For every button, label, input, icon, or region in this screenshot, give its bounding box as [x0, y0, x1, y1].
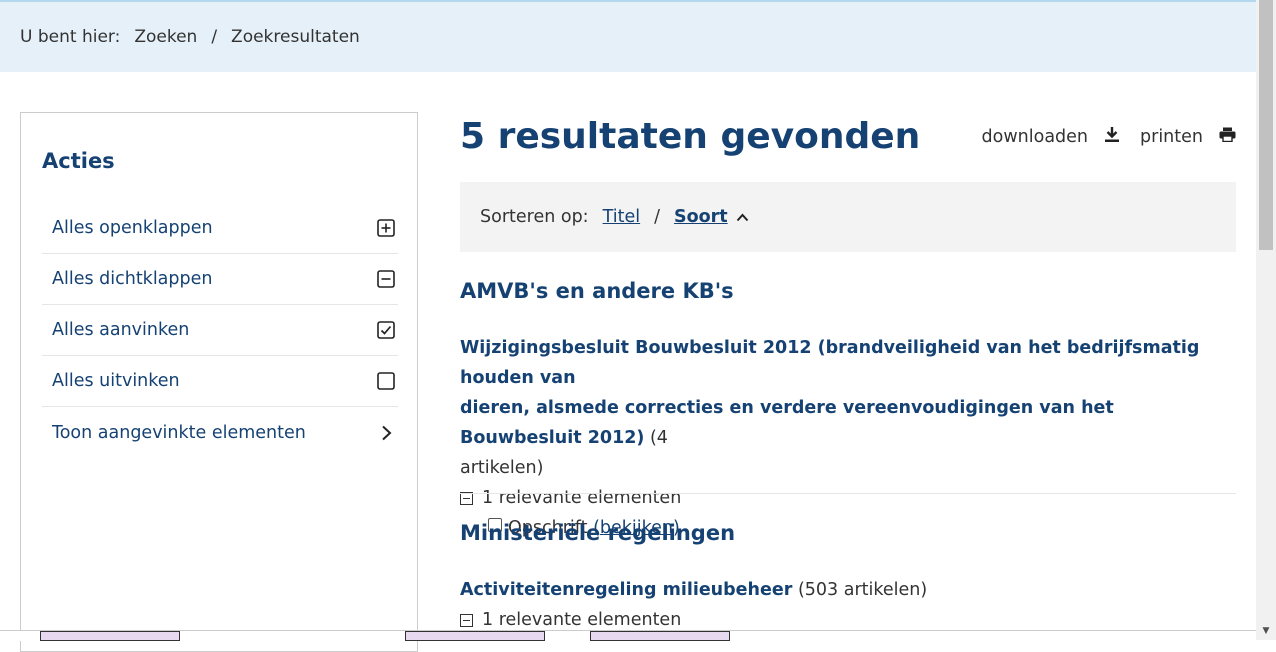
action-collapse-all[interactable]: Alles dichtklappen: [42, 254, 398, 305]
section-heading-amvb: AMVB's en andere KB's: [460, 279, 734, 303]
print-button[interactable]: printen: [1140, 127, 1236, 147]
breadcrumb-current: Zoekresultaten: [231, 27, 360, 47]
sidebar-title: Acties: [42, 149, 115, 173]
breadcrumb-lead: U bent hier:: [20, 27, 121, 47]
result-count: (4: [644, 428, 668, 448]
checked-square-icon: [376, 320, 396, 340]
action-label: Alles dichtklappen: [52, 269, 213, 289]
sort-bar: Sorteren op: Titel / Soort: [460, 182, 1236, 252]
action-check-all[interactable]: Alles aanvinken: [42, 305, 398, 356]
vertical-scrollbar[interactable]: ▼: [1256, 0, 1276, 640]
result-item: Wijzigingsbesluit Bouwbesluit 2012 (bran…: [460, 333, 1236, 543]
sort-by-type[interactable]: Soort: [674, 207, 728, 227]
action-label: Toon aangevinkte elementen: [52, 422, 306, 443]
plus-square-icon: [376, 218, 396, 238]
download-label: downloaden: [981, 127, 1089, 147]
scroll-down-arrow-icon[interactable]: ▼: [1256, 622, 1276, 640]
results-heading: 5 resultaten gevonden: [460, 116, 921, 157]
chevron-up-icon[interactable]: [736, 213, 749, 222]
actions-sidebar: Acties Alles openklappen Alles dichtklap…: [20, 112, 418, 652]
scrollbar-thumb[interactable]: [1259, 0, 1273, 250]
download-icon: [1104, 126, 1120, 148]
empty-square-icon: [376, 371, 396, 391]
result-title-line[interactable]: dieren, alsmede correcties en verdere ve…: [460, 398, 1114, 448]
collapse-icon[interactable]: [460, 613, 473, 627]
result-count: (503 artikelen): [792, 580, 928, 600]
result-count: artikelen): [460, 458, 544, 478]
sort-label: Sorteren op:: [480, 207, 589, 227]
sort-by-title[interactable]: Titel: [603, 207, 641, 227]
download-button[interactable]: downloaden: [982, 126, 1120, 148]
print-label: printen: [1140, 127, 1203, 147]
action-uncheck-all[interactable]: Alles uitvinken: [42, 356, 398, 407]
minus-square-icon: [376, 269, 396, 289]
result-title[interactable]: Activiteitenregeling milieubeheer: [460, 580, 792, 600]
sort-separator: /: [654, 207, 661, 227]
result-tools: downloaden printen: [982, 126, 1236, 148]
action-label: Alles openklappen: [52, 218, 213, 238]
action-expand-all[interactable]: Alles openklappen: [42, 203, 398, 254]
actions-list: Alles openklappen Alles dichtklappen All…: [42, 203, 398, 458]
relevant-elements-toggle[interactable]: 1 relevante elementen: [460, 483, 1236, 513]
result-title-line[interactable]: Wijzigingsbesluit Bouwbesluit 2012 (bran…: [460, 338, 1199, 388]
divider: [460, 493, 1236, 494]
result-item: Activiteitenregeling milieubeheer (503 a…: [460, 575, 1236, 635]
section-heading-ministeriele: Ministeriële regelingen: [460, 521, 736, 545]
printer-icon: [1219, 127, 1236, 147]
action-label: Alles uitvinken: [52, 371, 180, 391]
relevant-elements-label: 1 relevante elementen: [482, 488, 682, 508]
breadcrumb-link-zoeken[interactable]: Zoeken: [134, 27, 197, 47]
chevron-right-icon: [376, 423, 396, 443]
action-show-checked[interactable]: Toon aangevinkte elementen: [42, 407, 398, 458]
breadcrumb-separator: /: [211, 27, 218, 47]
breadcrumb: U bent hier: Zoeken / Zoekresultaten: [0, 0, 1256, 72]
action-label: Alles aanvinken: [52, 320, 190, 340]
diagram-preview-strip: [0, 630, 1256, 641]
